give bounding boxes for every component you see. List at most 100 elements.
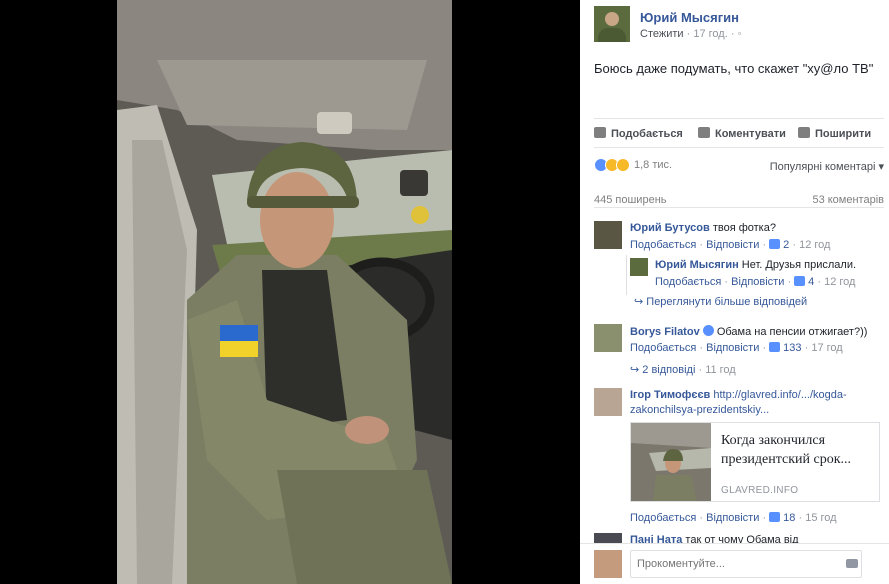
reply-time[interactable]: 12 год [824, 276, 855, 288]
comment-like-link[interactable]: Подобається [630, 512, 696, 524]
sep-dot: · [699, 342, 704, 354]
view-replies-link[interactable]: ↪ 2 відповіді · 11 год [630, 363, 736, 376]
comment-input[interactable] [630, 550, 862, 578]
comment-reply-link[interactable]: Відповісти [706, 512, 759, 524]
sep-dot: · [762, 512, 767, 524]
reply-avatar[interactable] [630, 258, 648, 276]
reply-like-count[interactable]: 4 [808, 276, 814, 288]
share-label: Поширити [815, 128, 872, 140]
reply-body: Юрий Мысягин Нет. Друзья прислали. [655, 259, 856, 271]
post-stats: 445 поширень 53 коментарів [594, 190, 884, 208]
comment-reply-link[interactable]: Відповісти [706, 342, 759, 354]
sep-dot: · [804, 342, 809, 354]
author-name[interactable]: Юрий Мысягин [640, 10, 739, 25]
share-count[interactable]: 445 поширень [594, 194, 667, 206]
comment-composer [580, 543, 889, 584]
post-actions: Подобається Коментувати Поширити [594, 118, 884, 148]
reply-thread-line [626, 255, 627, 295]
comment-like-count[interactable]: 133 [783, 342, 801, 354]
like-label: Подобається [611, 128, 683, 140]
reply-actions: Подобається · Відповісти · 4 · 12 год [655, 276, 855, 288]
replies-count-label: 2 відповіді [642, 364, 696, 376]
comment-time[interactable]: 17 год [811, 342, 842, 354]
meta-dot: · [686, 28, 691, 40]
sort-label: Популярні коментарі [769, 161, 876, 173]
sep-dot: · [792, 239, 797, 251]
like-button[interactable]: Подобається [594, 127, 683, 140]
comment-body: Юрий Бутусов твоя фотка? [630, 222, 776, 234]
link-preview-card[interactable]: Когда закончился президентский срок... G… [630, 422, 880, 502]
comment-link-continued[interactable]: zakonchilsya-prezidentskiy... [630, 404, 769, 416]
commenter-avatar[interactable] [594, 324, 622, 352]
sep-dot: · [699, 512, 704, 524]
view-more-replies-link[interactable]: ↪ Переглянути більше відповідей [634, 295, 807, 308]
commenter-name[interactable]: Borys Filatov [630, 326, 700, 338]
sep-dot: · [817, 276, 822, 288]
comment-time[interactable]: 15 год [805, 512, 836, 524]
post-time[interactable]: 17 год. [693, 28, 727, 40]
current-user-avatar [594, 550, 622, 578]
commenter-name[interactable]: Юрий Бутусов [630, 222, 710, 234]
reply-like-link[interactable]: Подобається [655, 276, 721, 288]
post-meta: Стежити · 17 год. · ◦ [640, 28, 741, 40]
sep-dot: · [798, 512, 803, 524]
commenter-avatar[interactable] [594, 221, 622, 249]
like-count-icon [794, 276, 806, 286]
follow-link[interactable]: Стежити [640, 28, 684, 40]
sep-dot: · [724, 276, 729, 288]
comment-sort-dropdown[interactable]: Популярні коментарі ▾ [770, 160, 884, 173]
caret-down-icon: ▾ [878, 161, 884, 173]
post-photo[interactable] [117, 0, 452, 584]
post-text: Боюсь даже подумать, что скажет "ху@ло Т… [594, 61, 874, 76]
like-count-icon [769, 342, 781, 352]
comment-count[interactable]: 53 коментарів [812, 194, 884, 206]
more-replies-label: Переглянути більше відповідей [646, 296, 808, 308]
like-count-icon [769, 512, 781, 522]
comment-body: Ігор Тимофєєв http://glavred.info/.../ko… [630, 389, 847, 401]
comment-actions: Подобається · Відповісти · 18 · 15 год [630, 512, 837, 524]
reply-arrow-icon: ↪ [630, 364, 640, 376]
comment-text: твоя фотка? [712, 222, 776, 234]
comment-link[interactable]: http://glavred.info/.../kogda- [713, 389, 846, 401]
replies-time: 11 год [705, 364, 736, 376]
sep-dot: · [787, 276, 792, 288]
comment-reply-link[interactable]: Відповісти [706, 239, 759, 251]
reply-author-name[interactable]: Юрий Мысягин [655, 259, 739, 271]
wow-reaction-icon[interactable] [616, 158, 630, 172]
author-avatar[interactable] [594, 6, 630, 42]
comment-like-link[interactable]: Подобається [630, 342, 696, 354]
comment-button[interactable]: Коментувати [698, 127, 786, 140]
reply-reply-link[interactable]: Відповісти [731, 276, 784, 288]
link-preview-domain: GLAVRED.INFO [721, 485, 799, 496]
share-button[interactable]: Поширити [798, 127, 871, 140]
comment-like-link[interactable]: Подобається [630, 239, 696, 251]
sep-dot: · [698, 364, 703, 376]
camera-icon[interactable] [846, 559, 858, 568]
reply-text: Нет. Друзья прислали. [741, 259, 857, 271]
comment-like-count[interactable]: 18 [783, 512, 795, 524]
sep-dot: · [762, 342, 767, 354]
comment-label: Коментувати [715, 128, 786, 140]
sep-dot: · [762, 239, 767, 251]
comment-time[interactable]: 12 год [799, 239, 830, 251]
verified-badge-icon [702, 325, 714, 336]
comment-text: Обама на пенсии отжигает?)) [716, 326, 868, 338]
link-preview-image [631, 423, 711, 501]
comment-icon [698, 127, 710, 138]
comment-actions: Подобається · Відповісти · 133 · 17 год [630, 342, 843, 354]
commenter-name[interactable]: Ігор Тимофєєв [630, 389, 710, 401]
share-icon [798, 127, 810, 138]
link-preview-title: Когда закончился президентский срок... [721, 433, 852, 467]
reaction-count[interactable]: 1,8 тис. [634, 159, 672, 171]
meta-dot: · [730, 28, 735, 40]
comment-like-count[interactable]: 2 [783, 239, 789, 251]
sep-dot: · [699, 239, 704, 251]
globe-icon: ◦ [737, 28, 742, 40]
post-header: Юрий Мысягин Стежити · 17 год. · ◦ [594, 6, 884, 46]
like-count-icon [769, 239, 781, 249]
comment-link-line2[interactable]: zakonchilsya-prezidentskiy... [630, 404, 769, 416]
reactions-bar: 1,8 тис. Популярні коментарі ▾ [594, 156, 884, 178]
thumbs-up-icon [594, 127, 606, 138]
commenter-avatar[interactable] [594, 388, 622, 416]
photo-viewer-stage [0, 0, 580, 584]
